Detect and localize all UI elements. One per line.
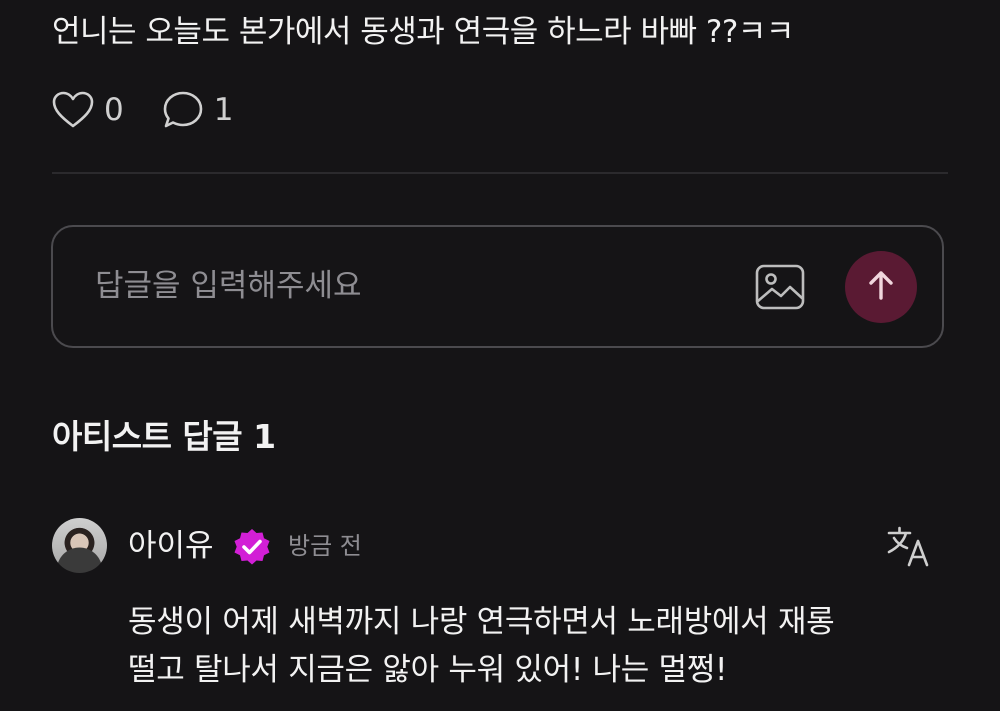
comment-header: 아이유 방금 전 (52, 518, 948, 574)
comment-button[interactable]: 1 (162, 90, 234, 130)
artist-replies-title: 아티스트 답글 1 (52, 417, 276, 456)
reply-composer (51, 225, 944, 348)
like-button[interactable]: 0 (52, 91, 124, 129)
verified-badge-icon (232, 527, 272, 567)
divider (52, 172, 948, 174)
reply-input[interactable] (95, 255, 695, 317)
post-text: 언니는 오늘도 본가에서 동생과 연극을 하느라 바빠 ??ㅋㅋ (52, 14, 794, 50)
comment-line: 떨고 탈나서 지금은 앓아 누워 있어! 나는 멀쩡! (128, 652, 728, 688)
comment-line: 동생이 어제 새벽까지 나랑 연극하면서 노래방에서 재롱 (128, 604, 835, 640)
heart-icon (52, 91, 94, 129)
post-actions: 0 1 (52, 90, 233, 130)
comment-author[interactable]: 아이유 (128, 524, 214, 568)
comment-body: 동생이 어제 새벽까지 나랑 연극하면서 노래방에서 재롱 떨고 탈나서 지금은… (128, 598, 968, 694)
send-button[interactable] (845, 251, 917, 323)
comment-timestamp: 방금 전 (288, 532, 362, 560)
attach-image-button[interactable] (754, 263, 806, 311)
translate-icon (886, 526, 932, 572)
arrow-up-icon (866, 269, 896, 305)
comment-count: 1 (213, 92, 234, 128)
speech-bubble-icon (162, 90, 204, 130)
image-icon (754, 264, 806, 315)
translate-button[interactable] (886, 524, 932, 568)
avatar[interactable] (52, 518, 107, 573)
like-count: 0 (104, 92, 124, 128)
